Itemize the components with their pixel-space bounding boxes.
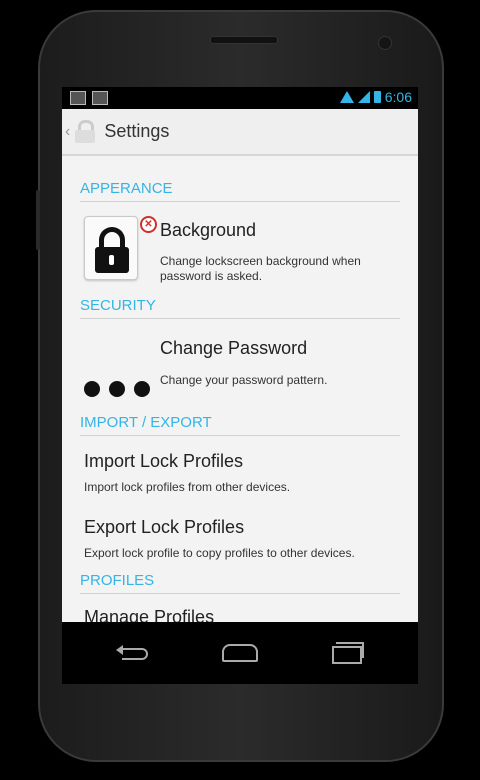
up-caret-icon[interactable]: ‹: [65, 123, 70, 141]
pref-import-title: Import Lock Profiles: [84, 451, 244, 471]
pref-import-summary: Import lock profiles from other devices.: [84, 480, 291, 494]
page-title: Settings: [104, 121, 170, 141]
gallery-icon: [92, 91, 108, 105]
home-icon[interactable]: [220, 640, 260, 664]
pref-background-summary: Change lockscreen background when passwo…: [160, 254, 361, 283]
pref-background-title: Background: [160, 220, 257, 240]
status-bar: 6:06: [62, 87, 418, 109]
action-bar[interactable]: ‹ Settings: [62, 109, 418, 156]
navigation-bar: [62, 622, 418, 684]
signal-icon: [357, 91, 370, 103]
front-camera: [378, 36, 392, 50]
wifi-icon: [339, 91, 354, 103]
pref-change-password-summary: Change your password pattern.: [160, 373, 328, 387]
pref-export-title: Export Lock Profiles: [84, 517, 245, 537]
pref-manage-profiles[interactable]: Manage Profiles: [84, 607, 214, 622]
battery-icon: [373, 91, 381, 103]
section-header-profiles: PROFILES: [80, 572, 400, 594]
password-dot-icon: [109, 381, 125, 397]
section-header-appearance: APPERANCE: [80, 180, 400, 202]
gmail-icon: [70, 91, 86, 105]
section-header-import-export: IMPORT / EXPORT: [80, 414, 400, 436]
password-dot-icon: [84, 381, 100, 397]
lock-app-icon[interactable]: [74, 119, 96, 144]
volume-button: [36, 190, 40, 250]
section-header-security: SECURITY: [80, 297, 400, 319]
recent-apps-icon[interactable]: [326, 640, 366, 664]
screen: 6:06 ‹ Settings APPERANCE ✕ Background C…: [62, 87, 418, 684]
lock-icon: [84, 216, 138, 280]
pref-change-password-title: Change Password: [160, 338, 308, 358]
settings-screen: ‹ Settings APPERANCE ✕ Background Change…: [62, 109, 418, 622]
earpiece-speaker: [210, 36, 278, 44]
back-icon[interactable]: [116, 640, 156, 664]
remove-badge-icon[interactable]: ✕: [140, 216, 157, 233]
pref-export-summary: Export lock profile to copy profiles to …: [84, 546, 355, 560]
status-time: 6:06: [384, 89, 412, 105]
password-dot-icon: [134, 381, 150, 397]
